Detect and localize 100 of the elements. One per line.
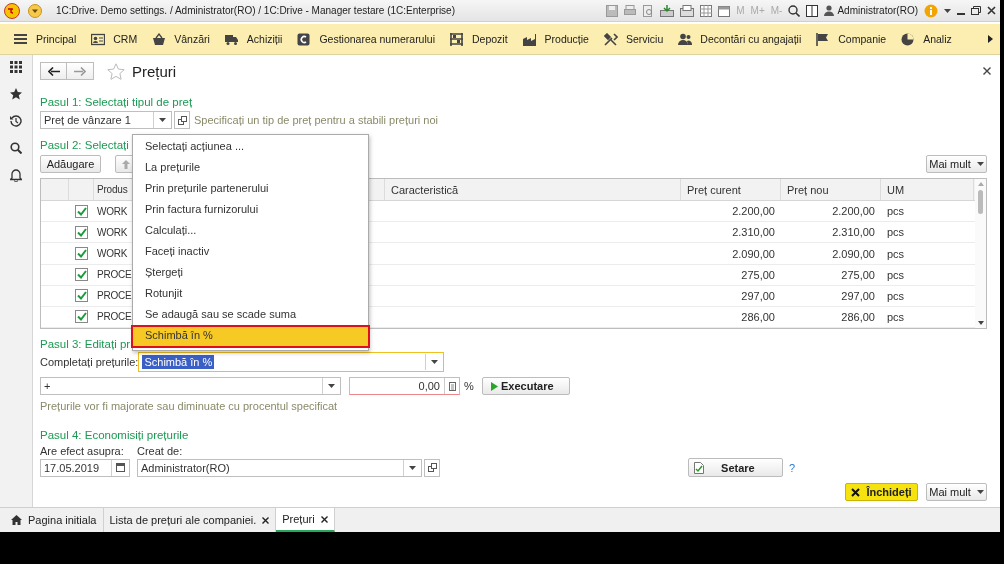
field-label: Are efect asupra:: [40, 445, 125, 457]
calculator-button[interactable]: [444, 378, 459, 394]
save-icon[interactable]: [606, 4, 619, 17]
operation-field[interactable]: +: [40, 377, 341, 395]
section-item[interactable]: Principal: [14, 32, 77, 46]
menu-item[interactable]: Prin prețurile partenerului: [133, 178, 368, 199]
table-cell-text: WORK: [96, 204, 129, 219]
arrow-right-icon: [987, 35, 993, 43]
table-icon[interactable]: [700, 4, 713, 17]
column-header[interactable]: Preț curent: [681, 179, 781, 201]
section-item[interactable]: Decontări cu angajații: [678, 32, 802, 46]
caret-icon: [328, 384, 335, 388]
close-button[interactable]: Închideți: [845, 483, 918, 501]
open-button[interactable]: [174, 111, 190, 129]
caret-icon: [976, 162, 984, 166]
menu-item[interactable]: Se adaugă sau se scade suma: [133, 304, 368, 325]
checkbox[interactable]: [75, 310, 88, 324]
panel-icon[interactable]: [806, 4, 819, 17]
section-item[interactable]: Gestionarea numerarului: [297, 32, 435, 46]
print-icon[interactable]: [624, 4, 637, 17]
bell-icon[interactable]: [10, 169, 22, 182]
more-button[interactable]: Mai mult: [926, 155, 987, 173]
scrollbar-thumb[interactable]: [978, 190, 983, 214]
step-heading: Pasul 3: Editați pr: [40, 337, 131, 351]
table-cell-text: 2.310,00: [831, 225, 876, 241]
menu-item[interactable]: Ștergeți: [133, 262, 368, 283]
checkbox[interactable]: [75, 289, 88, 303]
percent-field[interactable]: 0,00: [349, 377, 460, 395]
section-item[interactable]: Achiziții: [224, 32, 283, 46]
author-field[interactable]: Administrator(RO): [137, 458, 422, 477]
menu-circle-icon[interactable]: [28, 3, 42, 18]
section-icon: [152, 32, 167, 46]
menu-item[interactable]: Calculați...: [133, 220, 368, 241]
menu-item[interactable]: Selectați acțiunea ...: [133, 136, 368, 157]
checkbox[interactable]: [75, 225, 88, 239]
section-item[interactable]: Serviciu: [603, 32, 664, 46]
preview-icon[interactable]: [642, 4, 655, 17]
favorite-star-icon[interactable]: [107, 62, 125, 80]
history-icon[interactable]: [10, 115, 22, 127]
section-icon: [816, 32, 831, 46]
execute-button[interactable]: Executare: [481, 377, 570, 395]
table-cell-text: 2.200,00: [831, 204, 876, 220]
column-header[interactable]: UM: [881, 179, 974, 201]
apps-icon[interactable]: [10, 61, 22, 73]
table-cell-text: PROCE: [96, 289, 133, 304]
arrow-left-icon: [47, 66, 60, 76]
user-icon: [824, 5, 835, 16]
open-tab[interactable]: Prețuri: [276, 508, 335, 532]
open-button[interactable]: [424, 458, 440, 477]
table-cell-text: pcs: [886, 267, 906, 283]
price-type-field[interactable]: Preț de vânzare 1: [40, 111, 172, 129]
section-item[interactable]: Analiz: [901, 32, 952, 46]
section-item[interactable]: Companie: [816, 32, 887, 46]
open-tab[interactable]: Pagina initiala: [5, 508, 104, 532]
section-item[interactable]: Vânzări: [152, 32, 210, 46]
caret-icon: [976, 490, 984, 494]
document-icon[interactable]: [680, 4, 695, 17]
back-button[interactable]: [40, 62, 67, 80]
table-cell-text: 286,00: [840, 309, 876, 325]
scrollbar[interactable]: [975, 179, 986, 328]
column-header[interactable]: Caracteristică: [385, 179, 681, 201]
star-icon[interactable]: [10, 88, 22, 100]
settings-button[interactable]: Setare: [687, 458, 783, 477]
search-icon[interactable]: [10, 142, 22, 154]
menu-item[interactable]: Prin factura furnizorului: [133, 199, 368, 220]
section-icon: [901, 32, 916, 46]
restore-icon[interactable]: [971, 6, 981, 15]
zoom-icon[interactable]: [788, 4, 801, 17]
form-title: Prețuri: [132, 62, 177, 80]
fill-prices-field[interactable]: Schimbă în %: [138, 352, 445, 372]
menu-item[interactable]: Rotunjit: [133, 283, 368, 304]
check-icon: [76, 312, 87, 322]
caret-icon[interactable]: [944, 8, 951, 13]
close-icon[interactable]: [262, 516, 270, 524]
close-icon[interactable]: [983, 67, 991, 75]
section-icon: [224, 32, 239, 46]
user-name[interactable]: Administrator(RO): [837, 5, 918, 16]
table-cell-text: 286,00: [740, 309, 776, 325]
section-item[interactable]: Depozit: [449, 32, 508, 46]
menu-item[interactable]: Schimbă în %: [131, 325, 370, 348]
more-button[interactable]: Mai mult: [926, 483, 987, 501]
menu-item[interactable]: La prețurile: [133, 157, 368, 178]
add-button[interactable]: Adăugare: [40, 155, 101, 173]
section-item[interactable]: CRM: [91, 32, 138, 46]
date-field[interactable]: 17.05.2019: [40, 458, 130, 477]
checkbox[interactable]: [75, 268, 88, 282]
copy-icon: [427, 463, 437, 472]
close-icon[interactable]: [320, 515, 328, 523]
checkbox[interactable]: [75, 247, 88, 260]
step-heading: Pasul 4: Economisiți prețurile: [40, 428, 189, 442]
hint-text: Prețurile vor fi majorate sau diminuate cu procentul specificat: [40, 400, 339, 412]
checkbox[interactable]: [75, 204, 88, 218]
help-link[interactable]: ?: [788, 461, 795, 474]
download-icon[interactable]: [660, 4, 675, 17]
close-icon[interactable]: [987, 6, 996, 15]
section-icon: [522, 32, 537, 46]
section-item[interactable]: Producție: [522, 32, 589, 46]
menu-item[interactable]: Faceți inactiv: [133, 241, 368, 262]
column-header[interactable]: Preț nou: [781, 179, 881, 201]
calendar-icon[interactable]: [718, 4, 731, 17]
